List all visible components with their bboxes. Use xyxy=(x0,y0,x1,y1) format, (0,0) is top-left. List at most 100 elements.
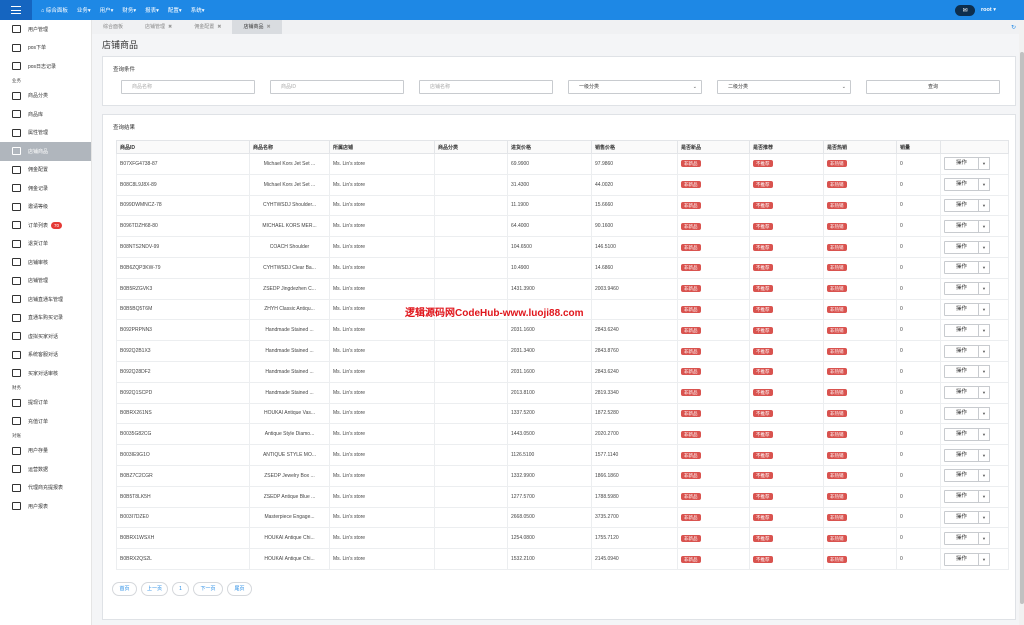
caret-down-icon[interactable]: ▼ xyxy=(979,406,990,420)
sidebar-item[interactable]: 系统客服对话 xyxy=(0,346,91,365)
caret-down-icon[interactable]: ▼ xyxy=(979,198,990,212)
close-icon[interactable]: ✖ xyxy=(217,24,221,30)
close-icon[interactable]: ✖ xyxy=(266,24,270,30)
current-page-button[interactable]: 1 xyxy=(172,582,189,596)
topnav-item[interactable]: 配置▾ xyxy=(168,6,182,14)
caret-down-icon[interactable]: ▼ xyxy=(979,386,990,400)
sidebar-item[interactable]: 订单列表 70 xyxy=(0,216,91,235)
sidebar-item[interactable]: 用户报表 xyxy=(0,497,91,516)
operation-button[interactable]: 操作 xyxy=(944,302,979,316)
caret-down-icon[interactable]: ▼ xyxy=(979,302,990,316)
topnav-item[interactable]: 业务▾ xyxy=(77,6,91,14)
search-button[interactable]: 查询 xyxy=(866,80,1000,94)
sidebar-item[interactable]: 店铺直通车管理 xyxy=(0,290,91,309)
tab[interactable]: 店铺管理 ✖ xyxy=(134,20,183,34)
sidebar-item[interactable]: 佣金记录 xyxy=(0,179,91,198)
category1-select[interactable]: 一级分类 ⌄ xyxy=(568,80,702,94)
sidebar-item[interactable]: pos下单 xyxy=(0,39,91,58)
operation-button[interactable]: 操作 xyxy=(944,219,979,233)
caret-down-icon[interactable]: ▼ xyxy=(979,344,990,358)
operation-button[interactable]: 操作 xyxy=(944,448,979,462)
operation-button[interactable]: 操作 xyxy=(944,323,979,337)
topnav-item[interactable]: 用户▾ xyxy=(100,6,114,14)
operation-button[interactable]: 操作 xyxy=(944,552,979,566)
topnav-item[interactable]: 报表▾ xyxy=(145,6,159,14)
operation-button[interactable]: 操作 xyxy=(944,469,979,483)
operation-button[interactable]: 操作 xyxy=(944,157,979,171)
operation-button[interactable]: 操作 xyxy=(944,510,979,524)
sidebar-item[interactable]: 用户存量 xyxy=(0,442,91,461)
topnav-item[interactable]: 财务▾ xyxy=(122,6,136,14)
table-row: B0B6ZQP3KW-79 CYHTWSDJ Clear Ba... Ms. Lin… xyxy=(116,256,1009,279)
operation-button[interactable]: 操作 xyxy=(944,261,979,275)
sidebar-item[interactable]: 店铺管理 xyxy=(0,272,91,291)
caret-down-icon[interactable]: ▼ xyxy=(979,510,990,524)
table-cell: HOUKAI Antique Chi... xyxy=(249,548,330,570)
sidebar-item[interactable]: 运营数据 xyxy=(0,460,91,479)
sidebar-item[interactable]: 店铺商品 xyxy=(0,142,91,161)
tab[interactable]: 佣金配置 ✖ xyxy=(183,20,232,34)
caret-down-icon[interactable]: ▼ xyxy=(979,240,990,254)
store-name-input[interactable]: 店铺名称 xyxy=(419,80,553,94)
sidebar-item[interactable]: 买家对话审核 xyxy=(0,364,91,383)
caret-down-icon[interactable]: ▼ xyxy=(979,261,990,275)
sidebar-item[interactable]: 商品库 xyxy=(0,105,91,124)
user-menu[interactable]: root ▾ xyxy=(981,7,996,13)
sidebar-item[interactable]: 用户管理 xyxy=(0,20,91,39)
chat-bubble-icon[interactable]: ✉ xyxy=(955,4,976,16)
sidebar-item[interactable]: pos日志记录 xyxy=(0,57,91,76)
caret-down-icon[interactable]: ▼ xyxy=(979,427,990,441)
status-badge: 不推荐 xyxy=(753,285,773,293)
caret-down-icon[interactable]: ▼ xyxy=(979,469,990,483)
operation-button[interactable]: 操作 xyxy=(944,386,979,400)
operation-button[interactable]: 操作 xyxy=(944,427,979,441)
tab[interactable]: 店铺商品 ✖ xyxy=(232,20,282,34)
last-page-button[interactable]: 尾页 xyxy=(227,582,252,596)
sidebar-item[interactable]: 佣金配置 xyxy=(0,161,91,180)
operation-button[interactable]: 操作 xyxy=(944,344,979,358)
caret-down-icon[interactable]: ▼ xyxy=(979,490,990,504)
prev-page-button[interactable]: 上一页 xyxy=(141,582,168,596)
operation-button[interactable]: 操作 xyxy=(944,178,979,192)
product-name-input[interactable]: 商品名称 xyxy=(121,80,255,94)
sidebar-item-label: pos下单 xyxy=(28,45,47,52)
sidebar-item[interactable]: 属性管理 xyxy=(0,124,91,143)
caret-down-icon[interactable]: ▼ xyxy=(979,282,990,296)
sidebar-item[interactable]: 退货订单 xyxy=(0,235,91,254)
sidebar-item[interactable]: 代理商充提报表 xyxy=(0,479,91,498)
caret-down-icon[interactable]: ▼ xyxy=(979,552,990,566)
scrollbar[interactable] xyxy=(1019,20,1024,625)
product-id-input[interactable]: 商品ID xyxy=(270,80,404,94)
operation-button[interactable]: 操作 xyxy=(944,240,979,254)
sidebar-item[interactable]: 店铺审核 xyxy=(0,253,91,272)
topnav-item[interactable]: ⌂ 综合面板 xyxy=(41,6,68,14)
scrollbar-thumb[interactable] xyxy=(1019,52,1024,604)
operation-button[interactable]: 操作 xyxy=(944,490,979,504)
operation-button[interactable]: 操作 xyxy=(944,365,979,379)
caret-down-icon[interactable]: ▼ xyxy=(979,448,990,462)
sidebar-item[interactable]: 提现订单 xyxy=(0,394,91,413)
sidebar-item[interactable]: 直通车购买记录 xyxy=(0,309,91,328)
caret-down-icon[interactable]: ▼ xyxy=(979,323,990,337)
operation-button[interactable]: 操作 xyxy=(944,282,979,296)
caret-down-icon[interactable]: ▼ xyxy=(979,531,990,545)
close-icon[interactable]: ✖ xyxy=(168,24,172,30)
operation-button[interactable]: 操作 xyxy=(944,531,979,545)
caret-down-icon[interactable]: ▼ xyxy=(979,178,990,192)
first-page-button[interactable]: 首页 xyxy=(112,582,137,596)
sidebar-item[interactable]: 邀请等级 xyxy=(0,198,91,217)
operation-button[interactable]: 操作 xyxy=(944,406,979,420)
refresh-icon[interactable]: ↻ xyxy=(1011,24,1016,31)
operation-button[interactable]: 操作 xyxy=(944,198,979,212)
caret-down-icon[interactable]: ▼ xyxy=(979,157,990,171)
topnav-item[interactable]: 系统▾ xyxy=(191,6,205,14)
caret-down-icon[interactable]: ▼ xyxy=(979,219,990,233)
category2-select[interactable]: 二级分类 ⌄ xyxy=(717,80,851,94)
sidebar-item[interactable]: 充值订单 xyxy=(0,412,91,431)
hamburger-menu-icon[interactable] xyxy=(0,0,32,20)
caret-down-icon[interactable]: ▼ xyxy=(979,365,990,379)
tab[interactable]: 综合面板 xyxy=(92,20,134,34)
sidebar-item[interactable]: 虚拟买家对话 xyxy=(0,327,91,346)
sidebar-item[interactable]: 商品分类 xyxy=(0,87,91,106)
next-page-button[interactable]: 下一页 xyxy=(193,582,223,596)
